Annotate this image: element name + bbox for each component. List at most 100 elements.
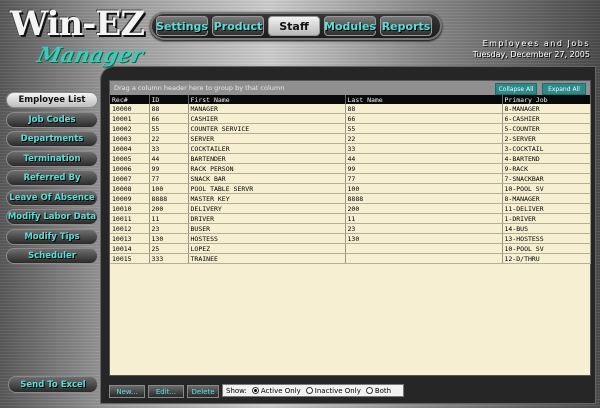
cell-id: 11 (149, 213, 189, 224)
cell-id: 77 (149, 173, 189, 184)
sidebar-item-modify-labor-data[interactable]: Modify Labor Data (6, 209, 98, 225)
delete-button[interactable]: Delete (187, 385, 219, 398)
collapse-all-button[interactable]: Collapse All (495, 83, 537, 95)
sidebar-item-job-codes[interactable]: Job Codes (6, 111, 98, 128)
logo-main-text: Win-EZ (10, 4, 145, 44)
cell-first-name: RACK PERSON (188, 163, 346, 174)
sidebar-item-modify-tips[interactable]: Modify Tips (6, 228, 98, 245)
table-row[interactable]: 10010 200 DELIVERY 200 11-DELIVER (110, 203, 591, 214)
cell-rec: 10014 (110, 243, 150, 254)
cell-first-name: LOPEZ (188, 243, 346, 254)
cell-id: 25 (149, 243, 189, 254)
cell-first-name: BUSER (188, 223, 346, 234)
cell-rec: 10007 (110, 173, 150, 184)
cell-primary-job: 6-CASHIER (502, 113, 591, 124)
table-row[interactable]: 10015 333 TRAINEE 12-D/THRU (110, 253, 591, 264)
cell-last-name: 77 (345, 173, 503, 184)
cell-last-name: 44 (345, 153, 503, 164)
cell-rec: 10013 (110, 233, 150, 244)
column-header-rec[interactable]: Rec# (110, 95, 150, 104)
cell-last-name: 100 (345, 183, 503, 194)
table-row[interactable]: 10006 99 RACK PERSON 99 9-RACK (110, 163, 591, 174)
group-by-bar[interactable]: Drag a column header here to group by th… (110, 81, 590, 95)
edit-button[interactable]: Edit... (148, 385, 184, 398)
cell-first-name: SNACK BAR (188, 173, 346, 184)
cell-first-name: TRAINEE (188, 253, 346, 264)
table-row[interactable]: 10013 130 HOSTESS 130 13-HOSTESS (110, 233, 591, 244)
cell-rec: 10003 (110, 133, 150, 144)
cell-first-name: SERVER (188, 133, 346, 144)
sidebar: Employee List Job Codes Departments Term… (6, 92, 98, 268)
radio-active-only[interactable]: Active Only (251, 387, 301, 395)
cell-last-name: 22 (345, 133, 503, 144)
radio-unselected-icon (305, 387, 313, 394)
cell-primary-job: 14-BUS (502, 223, 591, 234)
column-header-last-name[interactable]: Last Name (345, 95, 503, 104)
table-row[interactable]: 10002 55 COUNTER SERVICE 55 5-COUNTER (110, 123, 591, 134)
cell-last-name: 11 (345, 213, 503, 224)
new-button[interactable]: New... (109, 385, 145, 398)
table-row[interactable]: 10005 44 BARTENDER 44 4-BARTEND (110, 153, 591, 164)
current-date: Tuesday, December 27, 2005 (472, 50, 590, 59)
table-row[interactable]: 10009 8888 MASTER KEY 8888 8-MANAGER (110, 193, 591, 204)
cell-primary-job: 1-DRIVER (502, 213, 591, 224)
cell-last-name: 99 (345, 163, 503, 174)
radio-unselected-icon (365, 387, 373, 394)
cell-last-name: 66 (345, 113, 503, 124)
cell-primary-job: 3-COCKTAIL (502, 143, 591, 154)
cell-last-name: 23 (345, 223, 503, 234)
table-row[interactable]: 10007 77 SNACK BAR 77 7-SNACKBAR (110, 173, 591, 184)
cell-last-name: 200 (345, 203, 503, 214)
cell-last-name: 130 (345, 233, 503, 244)
table-row[interactable]: 10014 25 LOPEZ 10-POOL SV (110, 243, 591, 254)
show-filter: Show: Active Only Inactive Only Both (222, 384, 404, 397)
table-row[interactable]: 10012 23 BUSER 23 14-BUS (110, 223, 591, 234)
cell-first-name: MASTER KEY (188, 193, 346, 204)
sidebar-item-employee-list[interactable]: Employee List (6, 92, 98, 108)
table-row[interactable]: 10004 33 COCKTAILER 33 3-COCKTAIL (110, 143, 591, 154)
header-info: Employees and Jobs Tuesday, December 27,… (473, 38, 590, 60)
cell-id: 66 (149, 113, 189, 124)
nav-modules[interactable]: Modules (324, 16, 376, 36)
cell-rec: 10006 (110, 163, 150, 174)
sidebar-item-departments[interactable]: Departments (6, 131, 98, 147)
expand-all-button[interactable]: Expand All (542, 83, 586, 95)
send-to-excel-button[interactable]: Send To Excel (8, 376, 98, 393)
cell-rec: 10005 (110, 153, 150, 164)
cell-primary-job: 8-MANAGER (502, 193, 591, 204)
top-nav: Settings Product Staff Modules Reports (150, 12, 442, 40)
cell-primary-job: 4-BARTEND (502, 153, 591, 164)
nav-settings[interactable]: Settings (156, 16, 208, 36)
column-header-primary-job[interactable]: Primary Job (502, 95, 591, 104)
cell-primary-job: 8-MANAGER (502, 104, 591, 114)
table-row[interactable]: 10003 22 SERVER 22 2-SERVER (110, 133, 591, 144)
cell-id: 130 (149, 233, 189, 244)
nav-reports[interactable]: Reports (380, 16, 432, 36)
column-header-first-name[interactable]: First Name (188, 95, 346, 104)
table-row[interactable]: 10001 66 CASHIER 66 6-CASHIER (110, 113, 591, 124)
table-row[interactable]: 10011 11 DRIVER 11 1-DRIVER (110, 213, 591, 224)
cell-id: 22 (149, 133, 189, 144)
cell-rec: 10011 (110, 213, 150, 224)
cell-first-name: HOSTESS (188, 233, 346, 244)
cell-rec: 10009 (110, 193, 150, 204)
radio-inactive-only[interactable]: Inactive Only (305, 387, 361, 395)
app-logo: Win-EZ Manager (8, 4, 158, 70)
radio-both[interactable]: Both (365, 387, 391, 395)
cell-id: 8888 (149, 193, 189, 204)
table-row[interactable]: 10000 88 MANAGER 88 8-MANAGER (110, 104, 591, 114)
table-row[interactable]: 10008 100 POOL TABLE SERVR 100 10-POOL SV (110, 183, 591, 194)
cell-id: 88 (149, 104, 189, 114)
sidebar-item-scheduler[interactable]: Scheduler (6, 248, 98, 264)
nav-staff[interactable]: Staff (268, 16, 320, 36)
cell-last-name: 8888 (345, 193, 503, 204)
sidebar-item-referred-by[interactable]: Referred By (6, 170, 98, 186)
column-header-id[interactable]: ID (149, 95, 189, 104)
employee-grid: Drag a column header here to group by th… (109, 80, 591, 376)
nav-product[interactable]: Product (212, 16, 264, 36)
sidebar-item-leave-of-absence[interactable]: Leave Of Absence (6, 189, 98, 206)
sidebar-item-termination[interactable]: Termination (6, 150, 98, 167)
table-header-row: Rec# ID First Name Last Name Primary Job (110, 95, 591, 104)
cell-last-name (345, 253, 503, 264)
cell-rec: 10001 (110, 113, 150, 124)
